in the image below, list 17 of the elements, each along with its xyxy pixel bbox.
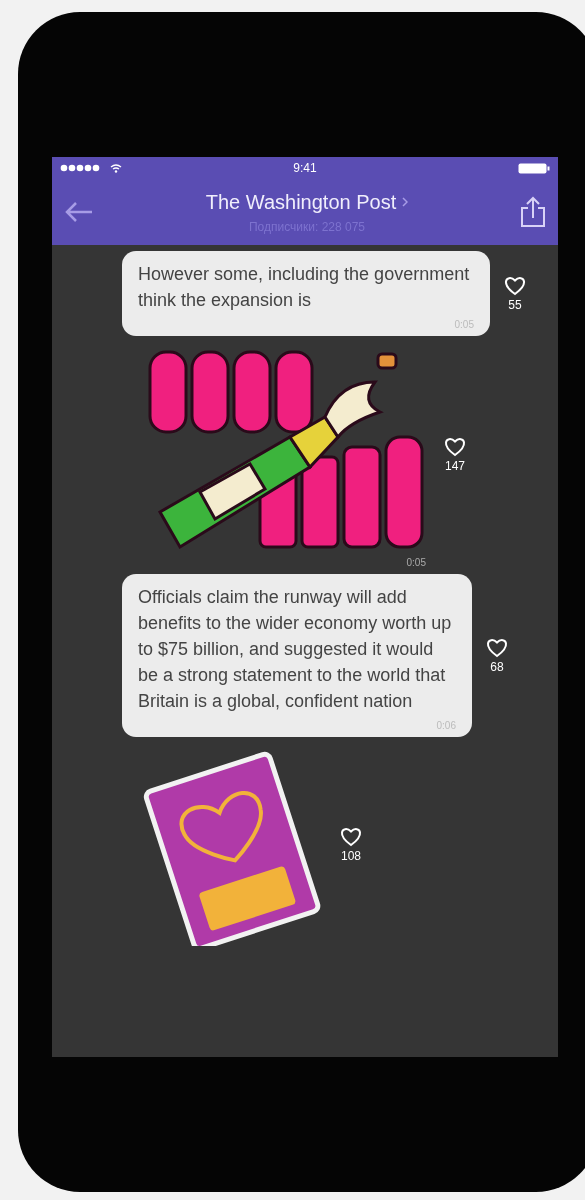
message-text: However some, including the government think the expansion is [138, 263, 471, 312]
wifi-icon [110, 163, 122, 173]
message-time: 0:05 [406, 557, 426, 568]
heart-icon[interactable] [504, 275, 526, 296]
like-count: 68 [490, 659, 504, 674]
like-count: 108 [341, 848, 361, 863]
status-time: 9:41 [292, 161, 318, 175]
message-text: Officials claim the runway will add benefits to the wider economy worth up to $75 billion, and suggested it would be a strong statement to the world that Britain is a global, confident nation [138, 586, 453, 713]
channel-title[interactable]: The Washington Post [205, 190, 397, 214]
chevron-icon [402, 197, 409, 207]
heart-icon[interactable] [444, 437, 466, 457]
heart-icon[interactable] [486, 637, 508, 658]
like-count: 55 [508, 297, 522, 312]
share-button[interactable] [518, 194, 548, 230]
heart-icon[interactable] [340, 826, 362, 847]
battery-icon [518, 162, 550, 174]
like-count: 147 [445, 459, 465, 473]
